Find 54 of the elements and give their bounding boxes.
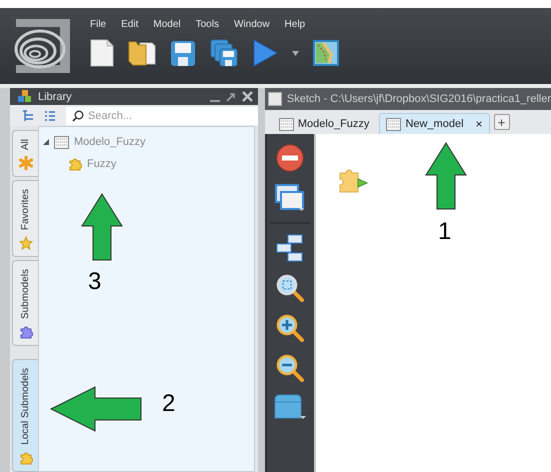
side-tab[interactable]: Submodels	[12, 260, 38, 346]
undock-icon[interactable]	[226, 92, 236, 102]
logo-icon	[14, 17, 72, 75]
model-icon	[278, 118, 294, 130]
new-document-icon[interactable]	[90, 39, 114, 67]
close-icon[interactable]	[242, 91, 253, 102]
tab-label: Modelo_Fuzzy	[298, 118, 370, 130]
open-folder-icon[interactable]	[128, 39, 156, 67]
callout-number: 2	[162, 392, 176, 416]
search-icon	[72, 110, 84, 122]
tree-view-icon[interactable]	[22, 110, 34, 122]
panel-title: Library	[38, 90, 72, 103]
puzzle-icon	[68, 157, 82, 171]
callout-number: 3	[88, 270, 102, 294]
hierarchy-icon[interactable]	[276, 234, 304, 262]
menu-item[interactable]: Window	[234, 19, 270, 30]
blocks-icon	[18, 90, 32, 104]
add-tab-button[interactable]: +	[494, 114, 510, 130]
list-view-icon[interactable]	[44, 110, 56, 122]
zoom-out-icon[interactable]	[276, 354, 304, 382]
close-tab-button[interactable]: ×	[476, 117, 483, 131]
menu-item[interactable]: File	[90, 19, 106, 30]
menu-item[interactable]: Tools	[196, 19, 219, 30]
star-icon	[18, 236, 32, 250]
puzzle-icon	[18, 451, 32, 465]
callout-number: 1	[438, 220, 452, 244]
box-icon[interactable]	[274, 394, 306, 420]
side-tab[interactable]: Local Submodels	[12, 359, 38, 472]
asterisk-icon	[18, 156, 32, 170]
up-arrow	[81, 193, 123, 261]
model-icon	[386, 118, 402, 130]
tab[interactable]: Modelo_Fuzzy	[272, 114, 376, 134]
zoom-in-icon[interactable]	[276, 314, 304, 342]
side-tab[interactable]: Favorites	[12, 180, 38, 258]
remove-icon[interactable]	[276, 144, 304, 172]
menu-item[interactable]: Edit	[121, 19, 138, 30]
zoom-fit-icon[interactable]	[276, 274, 304, 302]
search-field[interactable]: Search...	[66, 106, 258, 125]
tab-label: New_model	[405, 118, 464, 130]
window-icon	[268, 92, 282, 106]
model-icon	[54, 136, 69, 148]
save-all-icon[interactable]	[210, 39, 238, 67]
up-arrow	[425, 142, 467, 210]
play-icon[interactable]	[252, 39, 278, 67]
windows-icon[interactable]	[275, 184, 306, 212]
menu-item[interactable]: Model	[153, 19, 181, 30]
window-title: Sketch - C:\Users\jf\Dropbox\SIG2016\practica1_reller	[286, 93, 551, 105]
menu-item[interactable]: Help	[284, 19, 306, 30]
caret-icon[interactable]	[292, 50, 299, 56]
save-icon[interactable]	[170, 40, 196, 66]
expanded-icon[interactable]	[43, 139, 49, 145]
tab[interactable]: New_model ×	[379, 113, 490, 134]
side-tab[interactable]: All	[12, 130, 38, 178]
puzzle-icon	[18, 325, 32, 340]
